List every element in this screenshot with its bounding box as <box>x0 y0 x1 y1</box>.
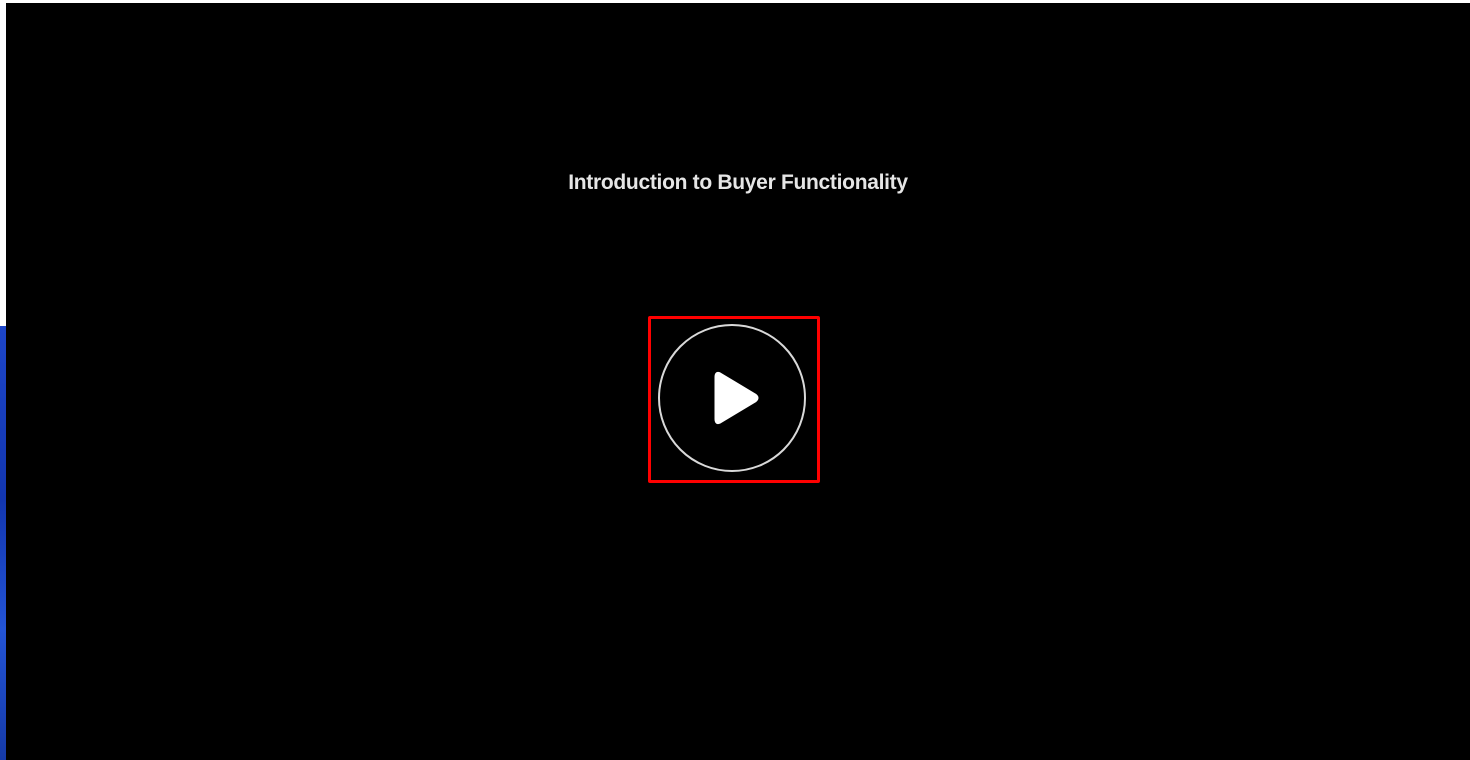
page: Introduction to Buyer Functionality <box>0 0 1470 760</box>
play-icon <box>714 371 759 425</box>
video-title: Introduction to Buyer Functionality <box>568 171 908 194</box>
play-button[interactable] <box>658 324 806 472</box>
